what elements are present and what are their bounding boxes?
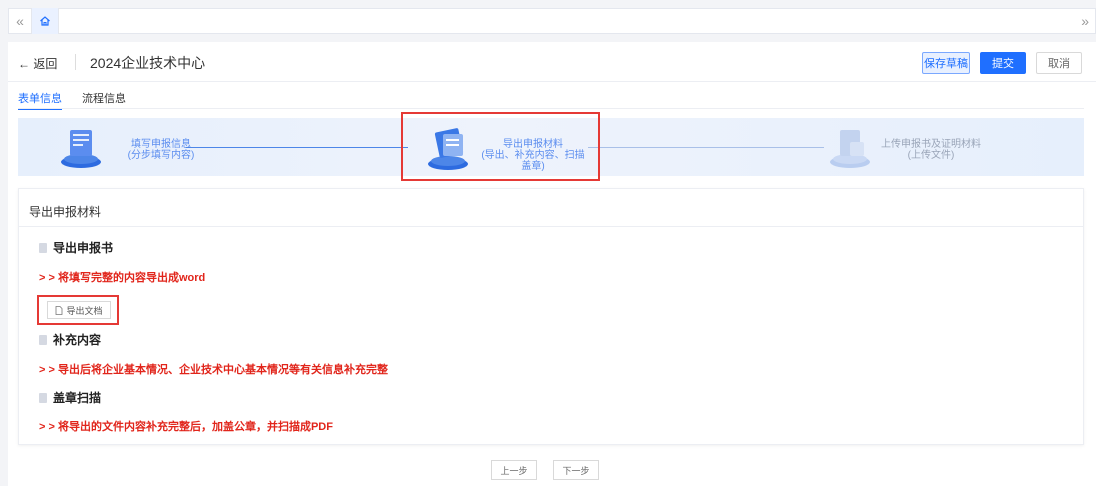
document-icon: [39, 242, 47, 253]
home-tab[interactable]: [31, 8, 59, 34]
tab-divider: [18, 108, 1084, 109]
step-3-label: 上传申报书及证明材料 (上传文件): [876, 139, 986, 161]
item-export-title: 导出申报书: [39, 239, 113, 256]
item-export-label: 导出申报书: [53, 241, 114, 255]
page-header: ← 返回 2024企业技术中心 保存草稿 提交 取消: [8, 42, 1096, 82]
section-title: 导出申报材料: [29, 205, 102, 219]
collapse-left-icon[interactable]: «: [9, 13, 31, 29]
home-icon: [40, 16, 50, 26]
tab-form-info[interactable]: 表单信息: [18, 90, 62, 110]
prev-step-button[interactable]: 上一步: [491, 460, 537, 480]
item-supplement-title: 补充内容: [39, 331, 101, 348]
fill-form-icon: [61, 130, 101, 168]
tab-process-info[interactable]: 流程信息: [82, 90, 126, 110]
section-divider: [19, 226, 1083, 227]
page-title: 2024企业技术中心: [90, 55, 206, 71]
step-1-title: 填写申报信息: [131, 139, 191, 150]
tab-bar: « »: [8, 8, 1096, 34]
submit-button[interactable]: 提交: [980, 52, 1026, 74]
item-export-hint: > > 将填写完整的内容导出成word: [39, 272, 206, 284]
step-3-title: 上传申报书及证明材料: [881, 139, 981, 150]
item-supplement-label: 补充内容: [53, 333, 102, 347]
document-icon: [39, 392, 47, 403]
save-draft-button[interactable]: 保存草稿: [922, 52, 970, 74]
step-connector-1: [186, 147, 408, 148]
main-panel: ← 返回 2024企业技术中心 保存草稿 提交 取消 表单信息 流程信息 填写申…: [8, 42, 1096, 486]
item-stamp-hint: > > 将导出的文件内容补充完整后，加盖公章，并扫描成PDF: [39, 421, 333, 433]
step-1-subtitle: (分步填写内容): [127, 150, 195, 161]
export-section: 导出申报材料 导出申报书 > > 将填写完整的内容导出成word 导出文档 补充…: [18, 188, 1084, 445]
header-divider: [75, 54, 76, 70]
back-button[interactable]: ← 返回: [18, 55, 57, 72]
document-icon: [39, 334, 47, 345]
step-3-subtitle: (上传文件): [907, 150, 955, 161]
current-step-highlight: [401, 112, 600, 181]
step-connector-2: [588, 147, 824, 148]
step-1-label: 填写申报信息 (分步填写内容): [126, 139, 196, 161]
export-button-label: 导出文档: [66, 305, 103, 316]
expand-right-icon[interactable]: »: [1081, 13, 1089, 29]
export-document-button[interactable]: 导出文档: [47, 301, 111, 319]
item-stamp-title: 盖章扫描: [39, 389, 101, 406]
item-stamp-label: 盖章扫描: [53, 391, 102, 405]
cancel-button[interactable]: 取消: [1036, 52, 1082, 74]
item-supplement-hint: > > 导出后将企业基本情况、企业技术中心基本情况等有关信息补充完整: [39, 364, 388, 376]
upload-materials-icon: [830, 130, 870, 168]
tab-strip: 表单信息 流程信息: [18, 90, 126, 110]
file-icon: [56, 305, 63, 315]
next-step-button[interactable]: 下一步: [553, 460, 599, 480]
